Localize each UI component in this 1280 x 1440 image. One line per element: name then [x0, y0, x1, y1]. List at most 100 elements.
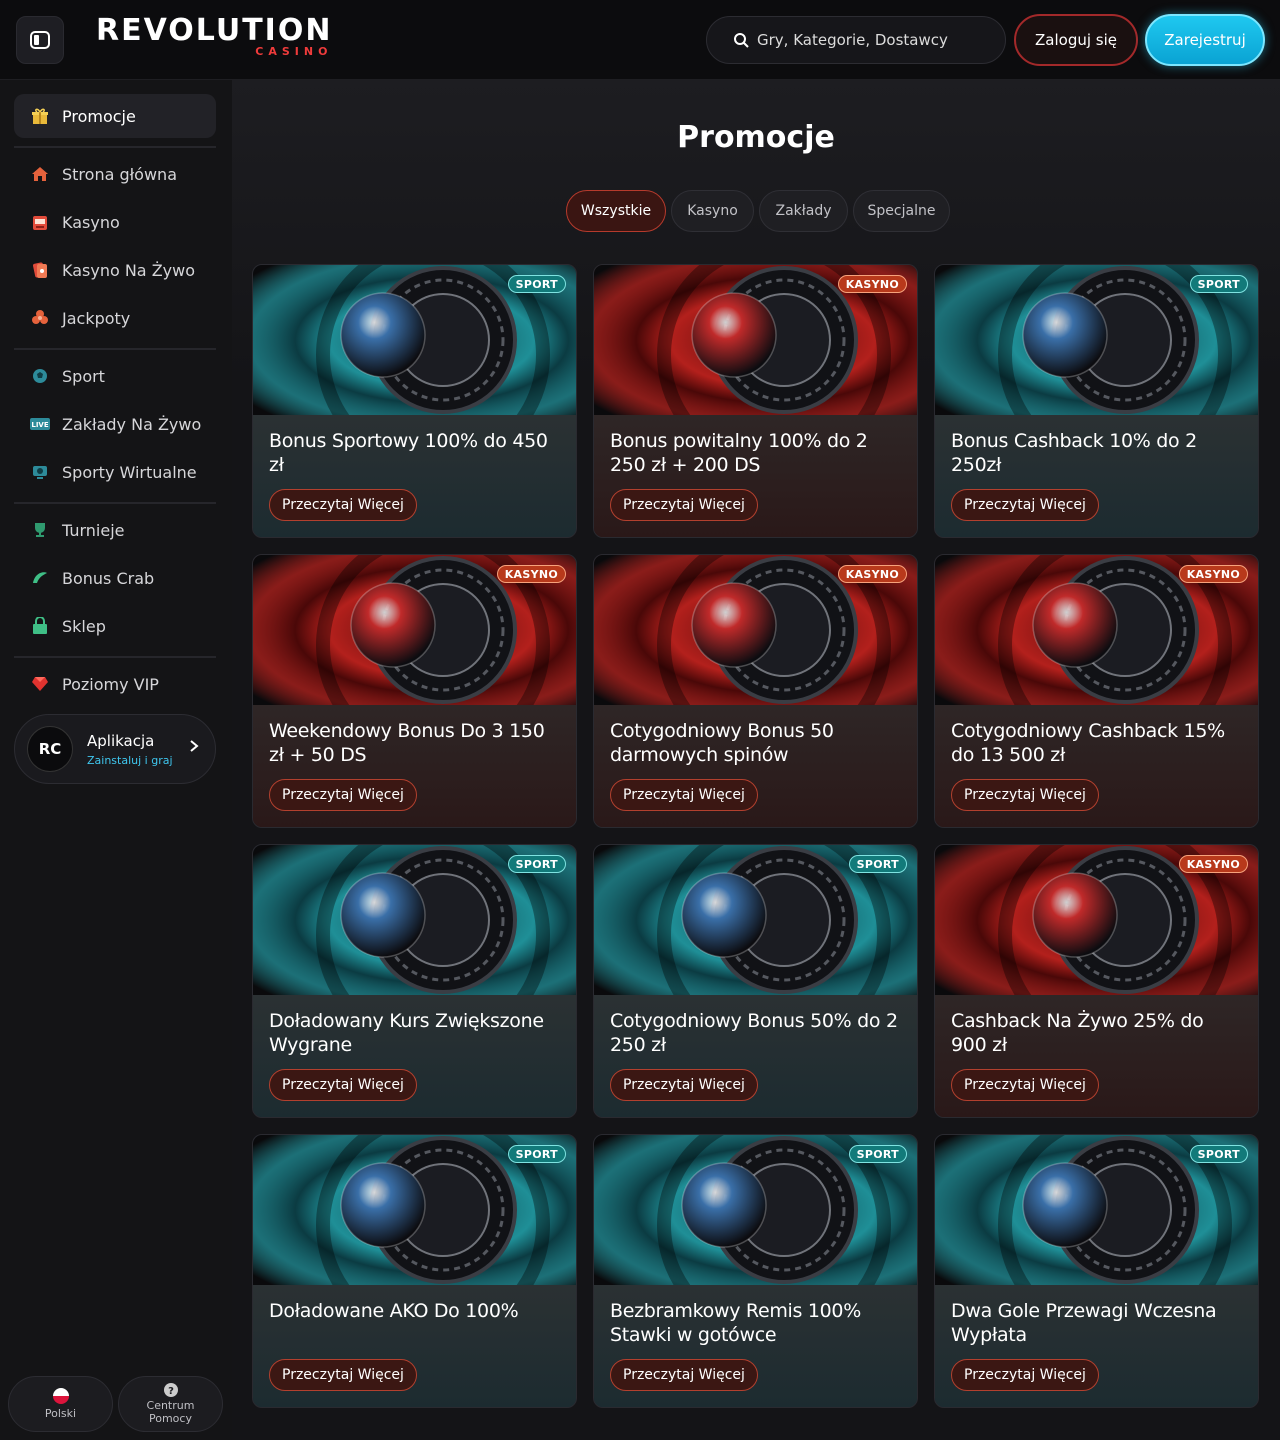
sidebar-item-label: Sklep — [62, 616, 106, 636]
live-cards-icon — [30, 260, 50, 280]
read-more-button[interactable]: Przeczytaj Więcej — [951, 1359, 1099, 1391]
sidebar-item-sport[interactable]: Sport — [14, 354, 216, 398]
casino-tag-badge: KASYNO — [837, 275, 907, 293]
tab-betting[interactable]: Zakłady — [759, 190, 848, 232]
read-more-button[interactable]: Przeczytaj Więcej — [610, 489, 758, 521]
top-bar: REVOLUTION CASINO Zaloguj się Zarejestru… — [0, 0, 1280, 80]
language-button[interactable]: Polski — [8, 1376, 113, 1432]
shop-icon — [30, 616, 50, 636]
read-more-button[interactable]: Przeczytaj Więcej — [610, 779, 758, 811]
sidebar: Promocje Strona główna Kasyno Kasyno Na … — [0, 80, 232, 1440]
promo-card-body: Cotygodniowy Cashback 15% do 13 500 zł P… — [935, 705, 1258, 827]
read-more-button[interactable]: Przeczytaj Więcej — [610, 1069, 758, 1101]
casino-tag-badge: KASYNO — [837, 565, 907, 583]
diamond-icon — [30, 674, 50, 694]
read-more-button[interactable]: Przeczytaj Więcej — [269, 779, 417, 811]
promo-card-body: Cotygodniowy Bonus 50% do 2 250 zł Przec… — [594, 995, 917, 1117]
sidebar-item-jackpots[interactable]: Jackpoty — [14, 296, 216, 340]
promo-card[interactable]: SPORT Doładowane AKO Do 100% Przeczytaj … — [252, 1134, 577, 1408]
promo-card[interactable]: KASYNO Cotygodniowy Cashback 15% do 13 5… — [934, 554, 1259, 828]
sidebar-item-label: Zakłady Na Żywo — [62, 414, 202, 434]
read-more-button[interactable]: Przeczytaj Więcej — [610, 1359, 758, 1391]
login-button[interactable]: Zaloguj się — [1014, 14, 1138, 66]
home-icon — [30, 164, 50, 184]
promo-card-body: Dwa Gole Przewagi Wczesna Wypłata Przecz… — [935, 1285, 1258, 1407]
read-more-button[interactable]: Przeczytaj Więcej — [951, 489, 1099, 521]
tab-casino[interactable]: Kasyno — [671, 190, 754, 232]
menu-toggle-button[interactable] — [16, 16, 64, 64]
sidebar-item-label: Jackpoty — [62, 308, 131, 328]
promo-title: Bezbramkowy Remis 100% Stawki w gotówce — [610, 1300, 861, 1346]
promo-card[interactable]: SPORT Cotygodniowy Bonus 50% do 2 250 zł… — [593, 844, 918, 1118]
svg-text:?: ? — [168, 1386, 174, 1397]
register-button[interactable]: Zarejestruj — [1145, 14, 1265, 66]
promo-card[interactable]: SPORT Bezbramkowy Remis 100% Stawki w go… — [593, 1134, 918, 1408]
app-title: Aplikacja — [87, 731, 155, 750]
trophy-icon — [30, 520, 50, 540]
revolution-casino-logo[interactable]: REVOLUTION CASINO — [96, 13, 333, 59]
promo-card[interactable]: SPORT Bonus Cashback 10% do 2 250zł Prze… — [934, 264, 1259, 538]
promo-title: Dwa Gole Przewagi Wczesna Wypłata — [951, 1300, 1217, 1346]
sidebar-item-tournaments[interactable]: Turnieje — [14, 508, 216, 552]
promo-card[interactable]: SPORT Dwa Gole Przewagi Wczesna Wypłata … — [934, 1134, 1259, 1408]
promo-card[interactable]: KASYNO Cotygodniowy Bonus 50 darmowych s… — [593, 554, 918, 828]
help-center-button[interactable]: ? Centrum Pomocy — [118, 1376, 223, 1432]
promo-grid: SPORT Bonus Sportowy 100% do 450 zł Prze… — [252, 264, 1260, 1408]
casino-tag-badge: KASYNO — [1178, 565, 1248, 583]
app-install-banner[interactable]: RC Aplikacja Zainstaluj i graj — [14, 714, 216, 784]
read-more-button[interactable]: Przeczytaj Więcej — [951, 1069, 1099, 1101]
promo-filter-tabs: Wszystkie Kasyno Zakłady Specjalne — [566, 190, 950, 232]
logo-text: REVOLUTION — [96, 13, 333, 48]
sidebar-item-live-casino[interactable]: Kasyno Na Żywo — [14, 248, 216, 292]
read-more-button[interactable]: Przeczytaj Więcej — [269, 1069, 417, 1101]
search-input[interactable] — [757, 31, 997, 49]
promo-card-body: Cashback Na Żywo 25% do 900 zł Przeczyta… — [935, 995, 1258, 1117]
divider — [14, 348, 216, 350]
promo-card[interactable]: SPORT Doładowany Kurs Zwiększone Wygrane… — [252, 844, 577, 1118]
promo-card-body: Bonus Sportowy 100% do 450 zł Przeczytaj… — [253, 415, 576, 537]
sport-tag-badge: SPORT — [1189, 275, 1248, 293]
promo-title: Doładowane AKO Do 100% — [269, 1300, 519, 1322]
sidebar-item-vip[interactable]: Poziomy VIP — [14, 662, 216, 706]
promo-title: Cotygodniowy Bonus 50% do 2 250 zł — [610, 1010, 898, 1056]
sidebar-item-shop[interactable]: Sklep — [14, 604, 216, 648]
sidebar-item-label: Bonus Crab — [62, 568, 155, 588]
sidebar-item-bonus-crab[interactable]: Bonus Crab — [14, 556, 216, 600]
promo-card[interactable]: KASYNO Weekendowy Bonus Do 3 150 zł + 50… — [252, 554, 577, 828]
sport-tag-badge: SPORT — [848, 855, 907, 873]
search-bar[interactable] — [706, 16, 1006, 64]
search-icon — [734, 33, 749, 48]
sport-tag-badge: SPORT — [848, 1145, 907, 1163]
promo-card[interactable]: KASYNO Bonus powitalny 100% do 2 250 zł … — [593, 264, 918, 538]
sidebar-item-label: Kasyno Na Żywo — [62, 260, 195, 280]
sidebar-item-virtual-sports[interactable]: Sporty Wirtualne — [14, 450, 216, 494]
sidebar-item-label: Turnieje — [62, 520, 125, 540]
promo-card-body: Bonus powitalny 100% do 2 250 zł + 200 D… — [594, 415, 917, 537]
promo-card[interactable]: KASYNO Cashback Na Żywo 25% do 900 zł Pr… — [934, 844, 1259, 1118]
tab-all[interactable]: Wszystkie — [566, 190, 666, 232]
read-more-button[interactable]: Przeczytaj Więcej — [269, 489, 417, 521]
promo-card-body: Weekendowy Bonus Do 3 150 zł + 50 DS Prz… — [253, 705, 576, 827]
sidebar-item-live-betting[interactable]: LIVE Zakłady Na Żywo — [14, 402, 216, 446]
sport-tag-badge: SPORT — [1189, 1145, 1248, 1163]
help-center-label: Centrum Pomocy — [146, 1399, 195, 1425]
language-label: Polski — [44, 1407, 77, 1420]
tab-special[interactable]: Specjalne — [853, 190, 950, 232]
virtual-sports-icon — [30, 462, 50, 482]
sidebar-item-home[interactable]: Strona główna — [14, 152, 216, 196]
read-more-button[interactable]: Przeczytaj Więcej — [269, 1359, 417, 1391]
sidebar-item-label: Strona główna — [62, 164, 177, 184]
promo-card[interactable]: SPORT Bonus Sportowy 100% do 450 zł Prze… — [252, 264, 577, 538]
soccer-ball-icon — [30, 366, 50, 386]
promo-card-body: Bonus Cashback 10% do 2 250zł Przeczytaj… — [935, 415, 1258, 537]
sidebar-item-casino[interactable]: Kasyno — [14, 200, 216, 244]
divider — [14, 502, 216, 504]
app-logo: RC — [27, 726, 73, 772]
live-badge-icon: LIVE — [30, 414, 50, 434]
sport-tag-badge: SPORT — [507, 275, 566, 293]
promo-card-body: Cotygodniowy Bonus 50 darmowych spinów P… — [594, 705, 917, 827]
read-more-button[interactable]: Przeczytaj Więcej — [951, 779, 1099, 811]
sidebar-item-promocje[interactable]: Promocje — [14, 94, 216, 138]
svg-text:LIVE: LIVE — [31, 421, 48, 429]
promo-title: Doładowany Kurs Zwiększone Wygrane — [269, 1010, 544, 1056]
